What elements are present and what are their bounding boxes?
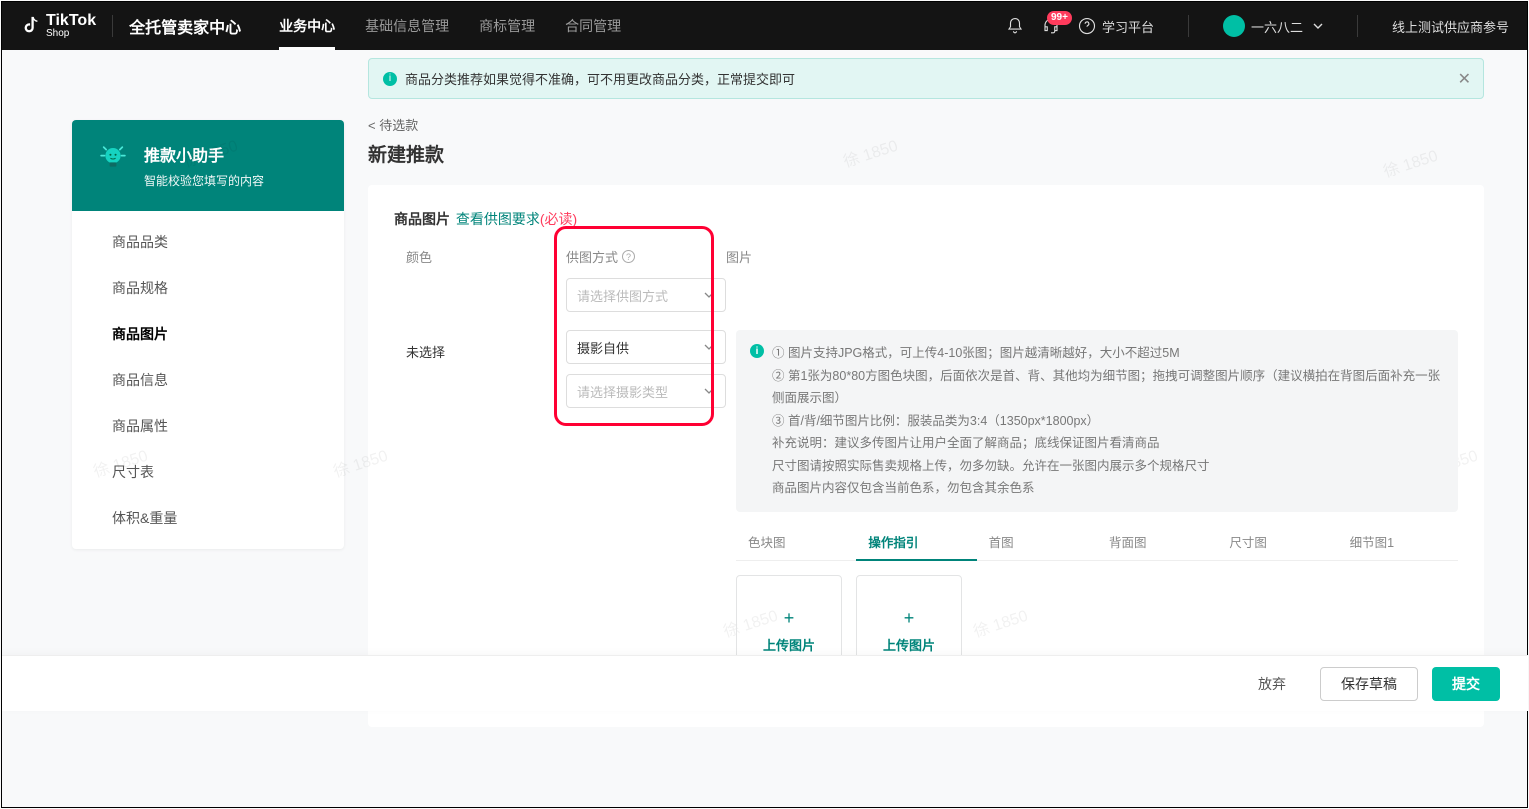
chevron-down-icon [1313,21,1323,31]
main-content: i 商品分类推荐如果觉得不准确，可不用更改商品分类，正常提交即可 ✕ < 待选款… [368,50,1508,727]
save-draft-button[interactable]: 保存草稿 [1320,667,1418,701]
supply-mode-placeholder: 请选择供图方式 [577,286,668,305]
breadcrumb[interactable]: < 待选款 [368,115,1484,134]
upload-label: 上传图片 [763,635,815,654]
tab-guide[interactable]: 操作指引 [856,524,976,561]
user-menu[interactable]: 一六八二 [1223,15,1323,37]
notifications-button[interactable] [1006,17,1024,35]
nav-trademark[interactable]: 商标管理 [479,2,535,50]
user-name: 一六八二 [1251,17,1303,36]
image-tabs: 色块图 操作指引 首图 背面图 尺寸图 细节图1 [736,524,1458,561]
supply-mode-select[interactable]: 请选择供图方式 [566,278,726,312]
col-supply-mode: 供图方式 ? [566,247,726,266]
plus-icon: + [904,608,915,629]
section-label: 商品图片 [394,211,450,227]
divider [1357,15,1358,37]
sidebar-item-size[interactable]: 尺寸表 [72,449,344,495]
help-icon[interactable]: ? [622,250,635,263]
section-head: 商品图片 查看供图要求(必读) [394,209,1458,229]
help-icon [1078,17,1096,35]
tab-back[interactable]: 背面图 [1097,524,1217,561]
brand-sub: Shop [46,29,96,38]
spacer [726,278,1458,312]
photo-type-select[interactable]: 请选择摄影类型 [566,374,726,408]
nav-business-center[interactable]: 业务中心 [279,2,335,50]
user-avatar [1223,15,1245,37]
sidebar-item-volume[interactable]: 体积&重量 [72,495,344,541]
chevron-down-icon [703,385,715,397]
tiktok-icon [20,15,42,37]
grid-header: 颜色 供图方式 ? 图片 [394,247,1458,278]
assistant-subtitle: 智能校验您填写的内容 [144,172,264,189]
alert-text: 商品分类推荐如果觉得不准确，可不用更改商品分类，正常提交即可 [405,69,795,88]
tab-front[interactable]: 首图 [977,524,1097,561]
photo-self-supply-select[interactable]: 摄影自供 [566,330,726,364]
sidebar-item-images[interactable]: 商品图片 [72,311,344,357]
tip-box: i ① 图片支持JPG格式，可上传4-10张图；图片越清晰越好，大小不超过5M … [736,330,1458,512]
user-role: 线上测试供应商参号 [1392,17,1509,36]
nav-basic-info[interactable]: 基础信息管理 [365,2,449,50]
sidebar-item-spec[interactable]: 商品规格 [72,265,344,311]
col-color: 颜色 [406,247,566,266]
info-alert: i 商品分类推荐如果觉得不准确，可不用更改商品分类，正常提交即可 ✕ [368,58,1484,99]
logo[interactable]: TikTok Shop [20,14,96,37]
chevron-down-icon [703,289,715,301]
tip-text: ① 图片支持JPG格式，可上传4-10张图；图片越清晰越好，大小不超过5M ② … [772,342,1444,500]
top-bar: TikTok Shop 全托管卖家中心 业务中心 基础信息管理 商标管理 合同管… [2,2,1527,50]
image-section-card: 商品图片 查看供图要求(必读) 颜色 供图方式 ? 图片 请选择供图方式 [368,185,1484,727]
portal-name: 全托管卖家中心 [129,14,241,38]
submit-button[interactable]: 提交 [1432,667,1500,701]
info-icon: i [750,344,764,358]
sidebar-menu: 商品品类 商品规格 商品图片 商品信息 商品属性 尺寸表 体积&重量 [72,211,344,549]
bell-icon [1006,17,1024,35]
badge-count: 99+ [1047,11,1072,25]
upload-label: 上传图片 [883,635,935,654]
page-title: 新建推款 [368,140,1484,167]
chevron-down-icon [703,341,715,353]
nav-contract[interactable]: 合同管理 [565,2,621,50]
image-requirements-link[interactable]: 查看供图要求(必读) [456,211,577,227]
photo-supply-value: 摄影自供 [577,338,629,357]
row-color-value: 未选择 [406,330,566,703]
sidebar-hero: 推款小助手 智能校验您填写的内容 [72,120,344,211]
messages-button[interactable]: 99+ [1042,17,1060,35]
photo-type-placeholder: 请选择摄影类型 [577,382,668,401]
learning-link[interactable]: 学习平台 [1078,17,1154,36]
top-nav: 业务中心 基础信息管理 商标管理 合同管理 [279,2,621,50]
topbar-right: 99+ 学习平台 一六八二 线上测试供应商参号 [1006,15,1509,37]
col-images: 图片 [726,247,1458,266]
tab-detail1[interactable]: 细节图1 [1338,524,1458,561]
brand-name: TikTok [46,12,96,29]
lightbulb-icon [96,142,130,176]
spacer [406,278,566,312]
info-icon: i [383,72,397,86]
assistant-title: 推款小助手 [144,142,264,166]
divider [1188,15,1189,37]
plus-icon: + [784,608,795,629]
tab-size[interactable]: 尺寸图 [1217,524,1337,561]
close-icon[interactable]: ✕ [1458,69,1471,89]
divider [112,15,113,37]
sidebar: 推款小助手 智能校验您填写的内容 商品品类 商品规格 商品图片 商品信息 商品属… [72,120,344,549]
abandon-button[interactable]: 放弃 [1238,667,1306,701]
tab-swatch[interactable]: 色块图 [736,524,856,561]
sidebar-item-attrs[interactable]: 商品属性 [72,403,344,449]
footer-actions: 放弃 保存草稿 提交 [2,655,1528,711]
learning-label: 学习平台 [1102,17,1154,36]
sidebar-item-category[interactable]: 商品品类 [72,219,344,265]
image-panel: i ① 图片支持JPG格式，可上传4-10张图；图片越清晰越好，大小不超过5M … [736,330,1458,703]
sidebar-item-info[interactable]: 商品信息 [72,357,344,403]
